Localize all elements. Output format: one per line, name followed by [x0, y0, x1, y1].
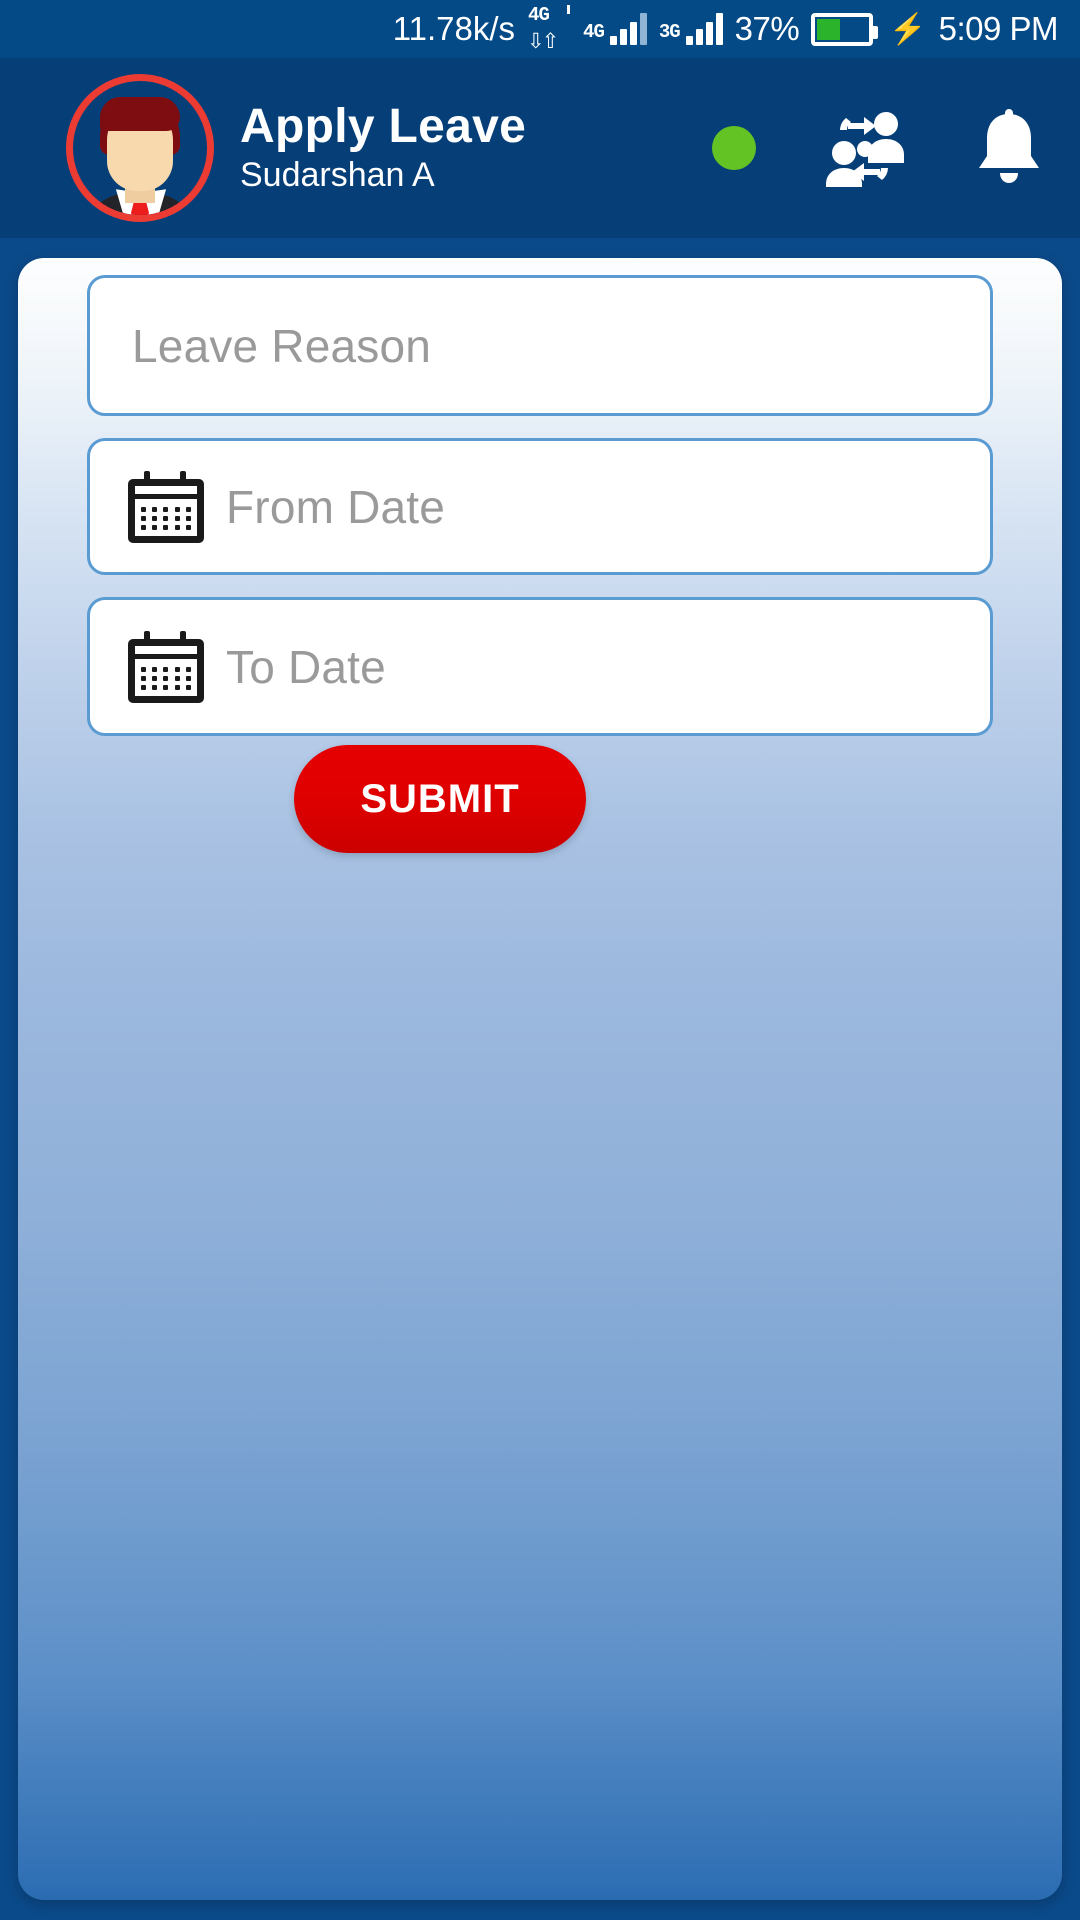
leave-reason-placeholder: Leave Reason [132, 319, 432, 372]
content-card: Leave Reason From Date To Date SUBMIT [18, 258, 1062, 1900]
mobile-data-4g-icon: 4G ⇩⇧ [527, 4, 571, 53]
calendar-icon [128, 630, 204, 703]
status-bar: 11.78k/s 4G ⇩⇧ 4G 3G 37% ⚡ 5:09 PM [0, 0, 1080, 58]
user-name-label: Sudarshan A [240, 156, 435, 195]
avatar-fringe [100, 97, 180, 131]
from-date-placeholder: From Date [226, 480, 446, 533]
sim2-signal-group: 3G [659, 13, 723, 45]
notification-bell-icon[interactable] [972, 107, 1046, 189]
clock-text: 5:09 PM [938, 10, 1059, 47]
from-date-field[interactable]: From Date [87, 438, 993, 575]
sim1-signal-bars-icon [609, 13, 647, 45]
sim2-signal-bars-icon [685, 13, 723, 45]
mobile-data-4g-label: 4G [528, 4, 550, 26]
avatar[interactable] [66, 74, 214, 222]
calendar-icon [128, 470, 204, 543]
page-title: Apply Leave [240, 99, 527, 153]
header-text-group: Apply Leave Sudarshan A [240, 99, 527, 195]
mobile-data-tick [567, 5, 571, 14]
data-transfer-arrows-icon: ⇩⇧ [527, 30, 559, 53]
battery-percent-text: 37% [734, 10, 800, 47]
battery-icon [811, 12, 879, 46]
network-speed-text: 11.78k/s [392, 10, 516, 47]
to-date-field[interactable]: To Date [87, 597, 993, 736]
submit-button[interactable]: SUBMIT [294, 745, 586, 853]
sim2-network-label: 3G [658, 21, 681, 43]
switch-user-icon[interactable] [818, 109, 910, 187]
to-date-placeholder: To Date [226, 640, 386, 693]
leave-reason-field[interactable]: Leave Reason [87, 275, 993, 416]
sim1-network-label: 4G [583, 21, 605, 43]
online-status-dot [712, 126, 756, 170]
sim1-signal-group: 4G [583, 13, 647, 45]
header-actions [712, 107, 1046, 189]
app-header: Apply Leave Sudarshan A [0, 58, 1080, 238]
charging-bolt-icon: ⚡ [889, 12, 927, 46]
